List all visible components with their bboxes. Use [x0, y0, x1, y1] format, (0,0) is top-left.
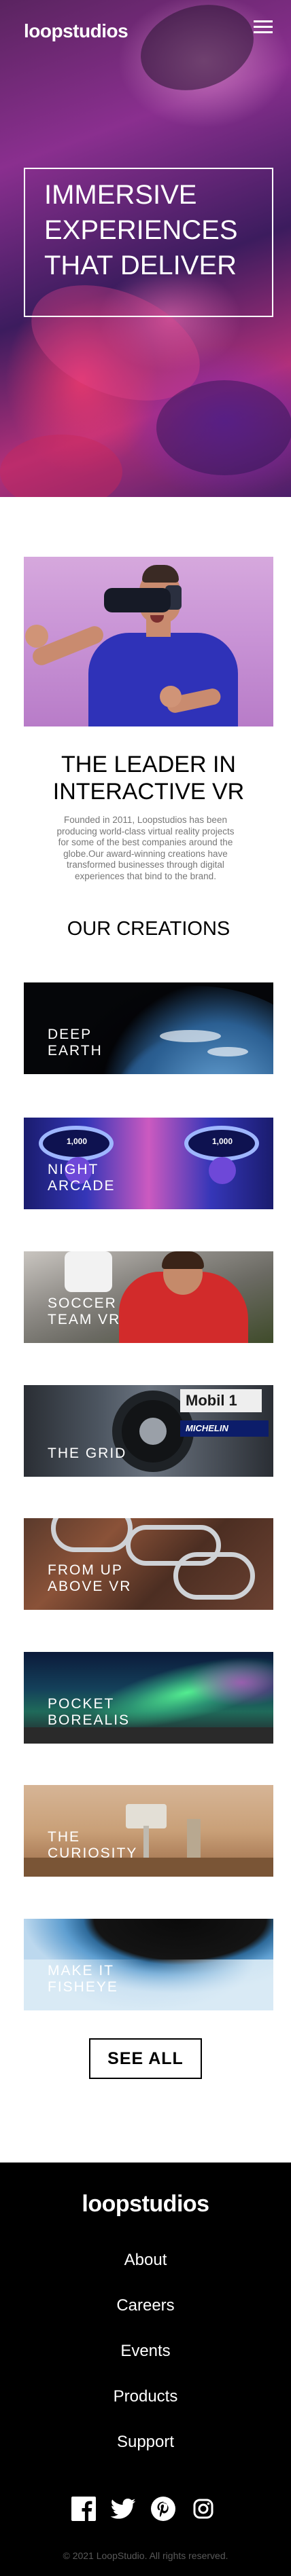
hills-shape: [24, 1727, 273, 1744]
sponsor-logo-mobil: Mobil 1: [180, 1389, 262, 1412]
footer-logo[interactable]: loopstudios: [0, 2191, 291, 2218]
hero-title-box: Immersive experiences that deliver: [24, 168, 273, 317]
hero-background-shape: [129, 0, 265, 105]
creation-card-the-curiosity[interactable]: The curiosity: [24, 1785, 273, 1877]
cloud-shape: [207, 1047, 248, 1056]
footer-link-careers[interactable]: Careers: [0, 2296, 291, 2315]
footer-link-products[interactable]: Products: [0, 2387, 291, 2406]
pinterest-icon[interactable]: [150, 2495, 177, 2522]
creation-label: Night arcade: [48, 1162, 116, 1194]
hamburger-bar: [254, 26, 273, 28]
cloud-shape: [160, 1030, 221, 1042]
creation-label: Soccer team VR: [48, 1295, 121, 1327]
hamburger-bar: [254, 20, 273, 22]
creation-label: From up above VR: [48, 1562, 132, 1594]
footer: loopstudios About Careers Events Product…: [0, 2163, 291, 2576]
creation-card-the-grid[interactable]: Mobil 1 MICHELIN The grid: [24, 1385, 273, 1477]
player-shape: [65, 1251, 112, 1292]
rover-shape: [187, 1819, 201, 1860]
hero-background-shape: [156, 380, 291, 475]
footer-link-about[interactable]: About: [0, 2251, 291, 2270]
hand-shape: [25, 625, 48, 648]
creation-card-night-arcade[interactable]: 1,000 1,000 Night arcade: [24, 1118, 273, 1209]
hair-shape: [142, 565, 179, 583]
hand-shape: [160, 686, 182, 707]
track-shape: [173, 1552, 255, 1600]
creation-card-make-it-fisheye[interactable]: Make it fisheye: [24, 1919, 273, 2010]
vr-headset-shape: [104, 588, 171, 612]
arcade-score: 1,000: [66, 1137, 88, 1146]
creation-label: Pocket borealis: [48, 1696, 131, 1728]
creation-card-from-up-above-vr[interactable]: From up above VR: [24, 1518, 273, 1610]
intro-text: Founded in 2011, Loopstudios has been pr…: [56, 815, 235, 881]
creation-card-pocket-borealis[interactable]: Pocket borealis: [24, 1652, 273, 1744]
creation-card-deep-earth[interactable]: Deep earth: [24, 982, 273, 1074]
creation-label: The grid: [48, 1446, 127, 1461]
vr-person-image: [24, 557, 273, 726]
hero-section: loopstudios Immersive experiences that d…: [0, 0, 291, 497]
shirt-shape: [88, 633, 238, 726]
intro-title: The leader in interactive VR: [52, 752, 245, 805]
arcade-score: 1,000: [211, 1137, 233, 1146]
copyright-text: © 2021 LoopStudio. All rights reserved.: [63, 2550, 228, 2561]
hamburger-bar: [254, 31, 273, 33]
see-all-button[interactable]: See all: [89, 2038, 202, 2079]
arcade-button-shape: [209, 1157, 236, 1184]
creations-title: Our creations: [67, 918, 230, 940]
creation-label: Make it fisheye: [48, 1963, 118, 1995]
site-logo[interactable]: loopstudios: [24, 20, 129, 42]
hero-background-shape: [0, 435, 122, 497]
hamburger-menu-icon[interactable]: [254, 20, 273, 34]
hair-shape: [162, 1251, 204, 1269]
rover-shape: [126, 1804, 167, 1828]
hero-title: Immersive experiences that deliver: [44, 180, 238, 280]
creation-card-soccer-team-vr[interactable]: Soccer team VR: [24, 1251, 273, 1343]
creation-label: The curiosity: [48, 1829, 138, 1861]
track-shape: [51, 1518, 133, 1552]
wheel-hub-shape: [139, 1418, 167, 1445]
footer-link-events[interactable]: Events: [0, 2342, 291, 2361]
instagram-icon[interactable]: [190, 2495, 217, 2522]
twitter-icon[interactable]: [109, 2495, 137, 2522]
facebook-icon[interactable]: [70, 2495, 97, 2522]
social-links: [70, 2495, 221, 2522]
footer-link-support[interactable]: Support: [0, 2433, 291, 2452]
sponsor-logo-michelin: MICHELIN: [180, 1420, 269, 1437]
creation-label: Deep earth: [48, 1027, 103, 1059]
